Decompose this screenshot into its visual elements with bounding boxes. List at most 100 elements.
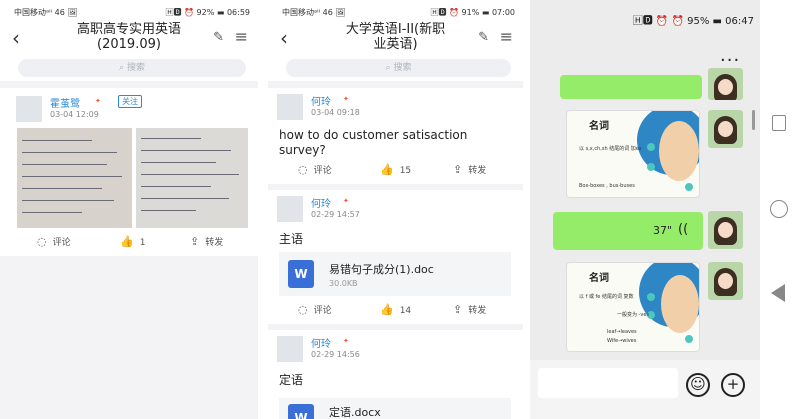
post-text: how to do customer satisaction survey? bbox=[279, 128, 468, 157]
comment-button[interactable]: ◌ 评论 bbox=[298, 303, 332, 316]
share-label: 转发 bbox=[468, 306, 487, 316]
more-menu-button[interactable]: ... bbox=[720, 45, 740, 66]
homework-photo-1[interactable] bbox=[17, 128, 132, 228]
voice-duration: 37" bbox=[653, 224, 673, 237]
title-bar: ‹ 大学英语I-II(新职 业英语) ✎ ≡ bbox=[268, 22, 523, 57]
post-author[interactable]: 何玲 bbox=[311, 335, 331, 350]
chat-bubble-sent[interactable] bbox=[560, 75, 702, 99]
share-icon: ⇪ bbox=[453, 163, 463, 176]
menu-icon[interactable]: ≡ bbox=[235, 27, 248, 46]
status-right-text: 🄷🅳 ⏰ 92% ▬ 06:59 bbox=[165, 8, 250, 17]
thumbs-up-icon: 👍 bbox=[120, 235, 134, 248]
flag-icon: ✦ bbox=[343, 337, 349, 345]
avatar[interactable] bbox=[708, 262, 743, 300]
share-button[interactable]: ⇪ 转发 bbox=[190, 235, 223, 248]
comment-icon: ◌ bbox=[298, 303, 308, 316]
post-time: 03-04 12:09 bbox=[50, 110, 99, 119]
like-count: 14 bbox=[399, 306, 412, 316]
search-area: ⌕ 搜索 bbox=[0, 57, 258, 81]
comment-button[interactable]: ◌ 评论 bbox=[298, 163, 332, 176]
search-input[interactable]: ⌕ 搜索 bbox=[286, 59, 511, 77]
course-feed-panel-1: 中国移动ᵃᴵᴵ 46 🖼 🄷🅳 ⏰ 92% ▬ 06:59 ‹ 高职高专实用英语… bbox=[0, 0, 258, 419]
edit-icon[interactable]: ✎ bbox=[213, 30, 224, 45]
attachment-size: 30.0KB bbox=[329, 279, 358, 288]
carrier-text: 中国移动ᵃᴵᴵ 46 🖼 bbox=[282, 8, 346, 17]
attachment-name: 易错句子成分(1).doc bbox=[329, 263, 434, 276]
slide-title: 名词 bbox=[589, 273, 609, 284]
attachment-card[interactable]: W 易错句子成分(1).doc 30.0KB bbox=[279, 252, 511, 296]
comment-button[interactable]: ◌ 评论 bbox=[37, 235, 71, 248]
post-author[interactable]: 霍茧鹭 bbox=[50, 95, 80, 110]
system-nav-bar bbox=[760, 0, 799, 419]
like-button[interactable]: 👍 14 bbox=[380, 303, 411, 316]
post-time: 03-04 09:18 bbox=[311, 108, 360, 117]
attachment-card[interactable]: W 定语.docx bbox=[279, 398, 511, 419]
emoji-icon[interactable]: ☺ bbox=[686, 373, 710, 397]
like-button[interactable]: 👍 1 bbox=[120, 235, 145, 248]
back-chevron-icon[interactable]: ‹ bbox=[12, 26, 20, 50]
share-label: 转发 bbox=[205, 238, 224, 248]
slide-line: 以 f 或 fe 结尾的词 复数 bbox=[579, 294, 634, 300]
post-card: 何玲 ✦ 02-29 14:57 主语 W 易错句子成分(1).doc 30.0… bbox=[268, 190, 523, 324]
chat-panel: 🄷🅳 ⏰ ⏰ 95% ▬ 06:47 ... 名词 以 s,x,ch,sh 结尾… bbox=[530, 0, 799, 419]
like-button[interactable]: 👍 15 bbox=[380, 163, 411, 176]
voice-message-bubble[interactable]: 37" (( bbox=[553, 212, 703, 250]
avatar[interactable] bbox=[277, 94, 303, 120]
voice-wave-icon: (( bbox=[678, 222, 689, 237]
scrollbar[interactable] bbox=[752, 110, 755, 130]
slide-line: leaf→leaves bbox=[607, 329, 637, 335]
carrier-text: 中国移动ᵃᴵᴵ 46 🖼 bbox=[14, 8, 78, 17]
post-card: 何玲 ✦ 03-04 09:18 how to do customer sati… bbox=[268, 88, 523, 184]
title-bar: ‹ 高职高专实用英语 (2019.09) ✎ ≡ bbox=[0, 22, 258, 57]
back-chevron-icon[interactable]: ‹ bbox=[280, 26, 288, 50]
comment-label: 评论 bbox=[313, 166, 332, 176]
chat-image-slide-2[interactable]: 名词 以 f 或 fe 结尾的词 复数 一般变为 -ves leaf→leave… bbox=[566, 262, 700, 352]
status-bar: 中国移动ᵃᴵᴵ 46 🖼 🄷🅳 ⏰ 91% ▬ 07:00 bbox=[268, 0, 523, 22]
search-placeholder: 搜索 bbox=[393, 63, 412, 73]
share-button[interactable]: ⇪ 转发 bbox=[453, 163, 486, 176]
plus-icon[interactable]: + bbox=[721, 373, 745, 397]
comment-label: 评论 bbox=[313, 306, 332, 316]
search-placeholder: 搜索 bbox=[126, 63, 145, 73]
search-input[interactable]: ⌕ 搜索 bbox=[18, 59, 246, 77]
share-icon: ⇪ bbox=[190, 235, 200, 248]
post-author[interactable]: 何玲 bbox=[311, 195, 331, 210]
avatar[interactable] bbox=[277, 196, 303, 222]
thumbs-up-icon: 👍 bbox=[380, 303, 394, 316]
avatar[interactable] bbox=[708, 211, 743, 249]
post-author[interactable]: 何玲 bbox=[311, 93, 331, 108]
back-triangle-icon[interactable] bbox=[771, 284, 785, 302]
course-feed-panel-2: 中国移动ᵃᴵᴵ 46 🖼 🄷🅳 ⏰ 91% ▬ 07:00 ‹ 大学英语I-II… bbox=[268, 0, 523, 419]
status-bar: 中国移动ᵃᴵᴵ 46 🖼 🄷🅳 ⏰ 92% ▬ 06:59 bbox=[0, 0, 258, 22]
avatar[interactable] bbox=[708, 110, 743, 148]
chat-input-bar: ☺ + bbox=[530, 360, 760, 419]
comment-label: 评论 bbox=[52, 238, 71, 248]
post-time: 02-29 14:57 bbox=[311, 210, 360, 219]
homework-photo-2[interactable] bbox=[136, 128, 248, 228]
chat-image-slide-1[interactable]: 名词 以 s,x,ch,sh 结尾的词 加es Box-boxes , bus-… bbox=[566, 110, 700, 198]
status-right-text: 🄷🅳 ⏰ 91% ▬ 07:00 bbox=[430, 8, 515, 17]
search-icon: ⌕ bbox=[119, 63, 127, 73]
avatar[interactable] bbox=[277, 336, 303, 362]
recent-apps-icon[interactable] bbox=[772, 115, 786, 131]
avatar[interactable] bbox=[708, 68, 743, 100]
status-right-text: 🄷🅳 ⏰ ⏰ 95% ▬ 06:47 bbox=[632, 16, 754, 27]
slide-line: Box-boxes , bus-buses bbox=[579, 183, 635, 189]
avatar[interactable] bbox=[16, 96, 42, 122]
menu-icon[interactable]: ≡ bbox=[500, 27, 513, 46]
share-button[interactable]: ⇪ 转发 bbox=[453, 303, 486, 316]
share-label: 转发 bbox=[468, 166, 487, 176]
share-icon: ⇪ bbox=[453, 303, 463, 316]
flag-icon: ✦ bbox=[95, 97, 101, 105]
slide-line: Wife→wives bbox=[607, 338, 637, 344]
page-title: 大学英语I-II(新职 业英语) bbox=[345, 22, 446, 52]
message-input[interactable] bbox=[538, 368, 678, 398]
status-bar: 🄷🅳 ⏰ ⏰ 95% ▬ 06:47 bbox=[530, 0, 760, 34]
follow-button[interactable]: 关注 bbox=[118, 95, 142, 108]
like-count: 15 bbox=[399, 166, 412, 176]
edit-icon[interactable]: ✎ bbox=[478, 30, 489, 45]
home-icon[interactable] bbox=[770, 200, 788, 218]
post-text: 定语 bbox=[279, 373, 304, 387]
word-doc-icon: W bbox=[288, 404, 314, 419]
comment-icon: ◌ bbox=[298, 163, 308, 176]
